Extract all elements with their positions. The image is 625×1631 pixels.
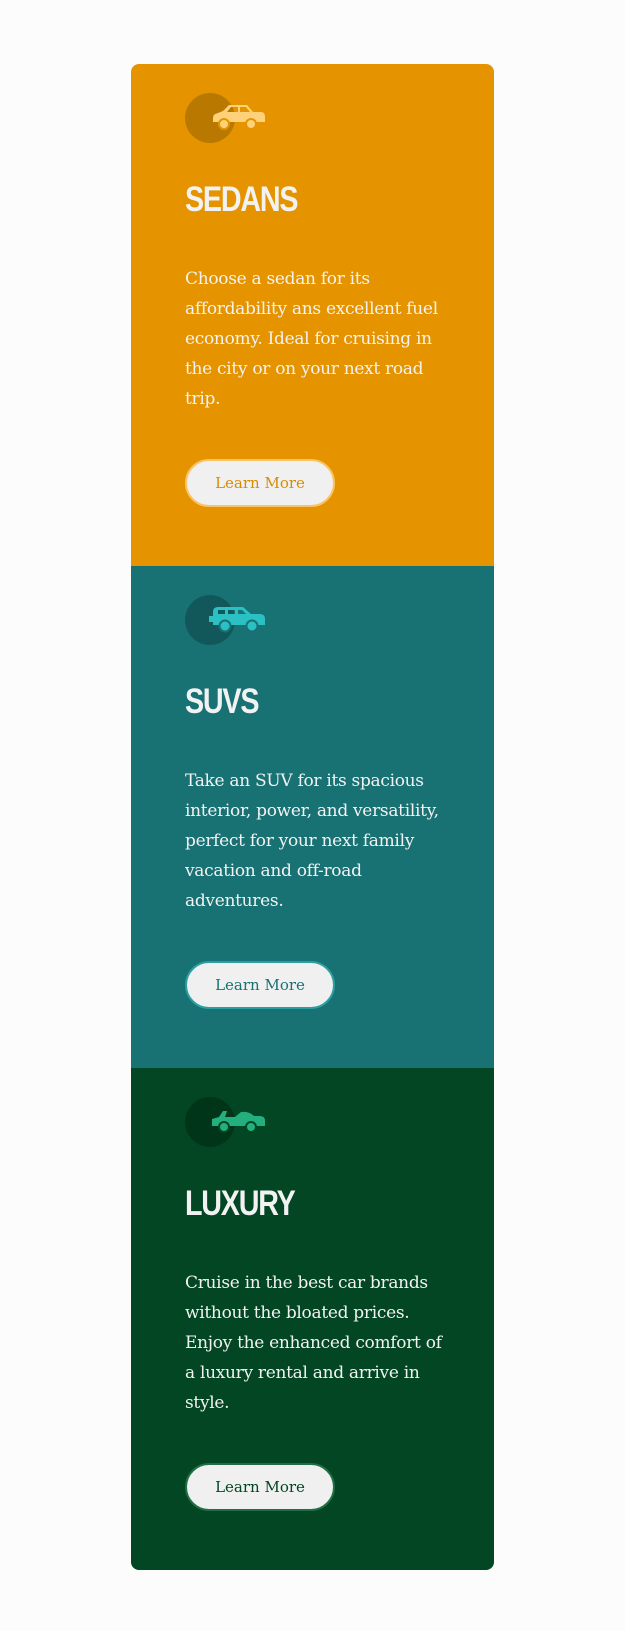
card-title: Luxury <box>185 1184 296 1223</box>
card-description: Choose a sedan for its affordability ans… <box>185 269 438 409</box>
luxury-card: Luxury Cruise in the best car brands wit… <box>131 1068 494 1570</box>
suv-car-icon <box>185 595 267 645</box>
sedan-car-icon <box>185 93 267 143</box>
card-title: Sedans <box>185 180 298 219</box>
luxury-car-icon <box>185 1097 267 1147</box>
card-description: Cruise in the best car brands without th… <box>185 1273 442 1413</box>
car-categories-container: Sedans Choose a sedan for its affordabil… <box>131 64 494 1570</box>
suv-car-icon-graphic <box>209 607 265 633</box>
card-title: SUVs <box>185 682 259 721</box>
sedan-car-icon-graphic <box>213 105 265 130</box>
learn-more-button[interactable]: Learn More <box>185 459 335 507</box>
sedans-card: Sedans Choose a sedan for its affordabil… <box>131 64 494 566</box>
luxury-car-icon-graphic <box>212 1111 265 1133</box>
learn-more-button[interactable]: Learn More <box>185 961 335 1009</box>
suvs-card: SUVs Take an SUV for its spacious interi… <box>131 566 494 1068</box>
learn-more-button[interactable]: Learn More <box>185 1463 335 1511</box>
card-description: Take an SUV for its spacious interior, p… <box>185 771 439 911</box>
